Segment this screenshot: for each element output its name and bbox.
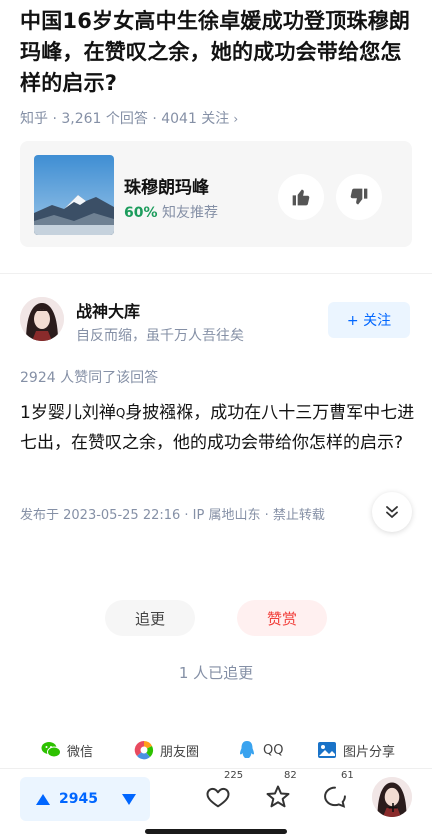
heart-icon	[206, 787, 230, 808]
bottom-action-bar: 2945 225 82 61 +	[0, 768, 432, 840]
author-avatar[interactable]	[20, 297, 64, 341]
triangle-up-icon	[36, 793, 50, 805]
double-chevron-down-icon	[386, 506, 398, 518]
share-label: 图片分享	[343, 744, 396, 760]
share-qq[interactable]: QQ	[236, 737, 283, 763]
star-icon	[266, 785, 290, 808]
comment-count: 61	[341, 770, 354, 781]
plus-icon: +	[387, 800, 399, 816]
home-indicator	[145, 829, 287, 834]
recommend-percent: 60%	[124, 205, 158, 221]
upvote-button[interactable]: 2945	[36, 790, 100, 808]
image-share-icon	[316, 739, 338, 761]
share-wechat[interactable]: 微信	[40, 737, 93, 763]
thumbs-up-icon	[292, 189, 310, 206]
user-avatar[interactable]: +	[372, 777, 412, 817]
author-bio: 自反而缩，虽千万人吾往矣	[76, 328, 244, 344]
tip-button[interactable]: 赞赏	[237, 600, 327, 636]
follow-up-button[interactable]: 追更	[105, 600, 195, 636]
chevron-right-icon: ›	[233, 112, 239, 126]
qq-icon	[236, 739, 258, 761]
wechat-icon	[40, 739, 62, 761]
downvote-button[interactable]	[122, 794, 136, 805]
share-label: 微信	[67, 744, 94, 760]
followers-count: 1 人已追更	[178, 664, 254, 682]
follow-button[interactable]: + 关注	[328, 302, 410, 338]
thumbs-up-button[interactable]	[278, 174, 324, 220]
question-meta[interactable]: 知乎 · 3,261 个回答 · 4041 关注 ›	[20, 108, 238, 128]
share-moments[interactable]: 朋友圈	[133, 737, 199, 763]
question-title[interactable]: 中国16岁女高中生徐卓媛成功登顶珠穆朗玛峰，在赞叹之余，她的成功会带给您怎样的启…	[20, 6, 416, 99]
author-name[interactable]: 战神大库	[76, 298, 140, 322]
topic-image	[34, 155, 114, 235]
moments-icon	[133, 739, 155, 761]
comment-icon	[324, 786, 346, 808]
answer-text-part1: 1岁婴儿刘禅	[20, 403, 116, 423]
share-label: 朋友圈	[160, 744, 200, 760]
vote-count: 2945	[59, 791, 98, 807]
favorite-count: 82	[284, 770, 297, 781]
share-label: QQ	[263, 742, 284, 758]
recommend-label: 知友推荐	[161, 205, 218, 221]
thumbs-down-icon	[350, 188, 368, 205]
share-image[interactable]: 图片分享	[316, 737, 395, 763]
thumbs-down-button[interactable]	[336, 174, 382, 220]
section-divider	[0, 273, 432, 274]
like-count: 225	[224, 770, 244, 781]
agree-count: 2924 人赞同了该回答	[20, 370, 159, 386]
share-row: 微信 朋友圈 QQ 图片分享	[0, 737, 432, 763]
like-button[interactable]: 225	[200, 770, 243, 815]
topic-recommend: 60% 知友推荐	[124, 202, 218, 222]
topic-card[interactable]: 珠穆朗玛峰 60% 知友推荐	[20, 141, 412, 247]
vote-control: 2945	[20, 777, 150, 821]
answer-content[interactable]: 1岁婴儿刘禅Q身披襁褓，成功在八十三万曹军中七进七出，在赞叹之余，他的成功会带给…	[20, 398, 416, 458]
topic-name: 珠穆朗玛峰	[124, 178, 209, 198]
favorite-button[interactable]: 82	[260, 770, 297, 815]
collapse-button[interactable]	[372, 492, 412, 532]
question-stats: 知乎 · 3,261 个回答 · 4041 关注	[20, 111, 230, 127]
search-icon[interactable]: Q	[116, 398, 125, 428]
comment-button[interactable]: 61	[317, 770, 354, 815]
publish-info: 发布于 2023-05-25 22:16 · IP 属地山东 · 禁止转载	[20, 508, 325, 523]
